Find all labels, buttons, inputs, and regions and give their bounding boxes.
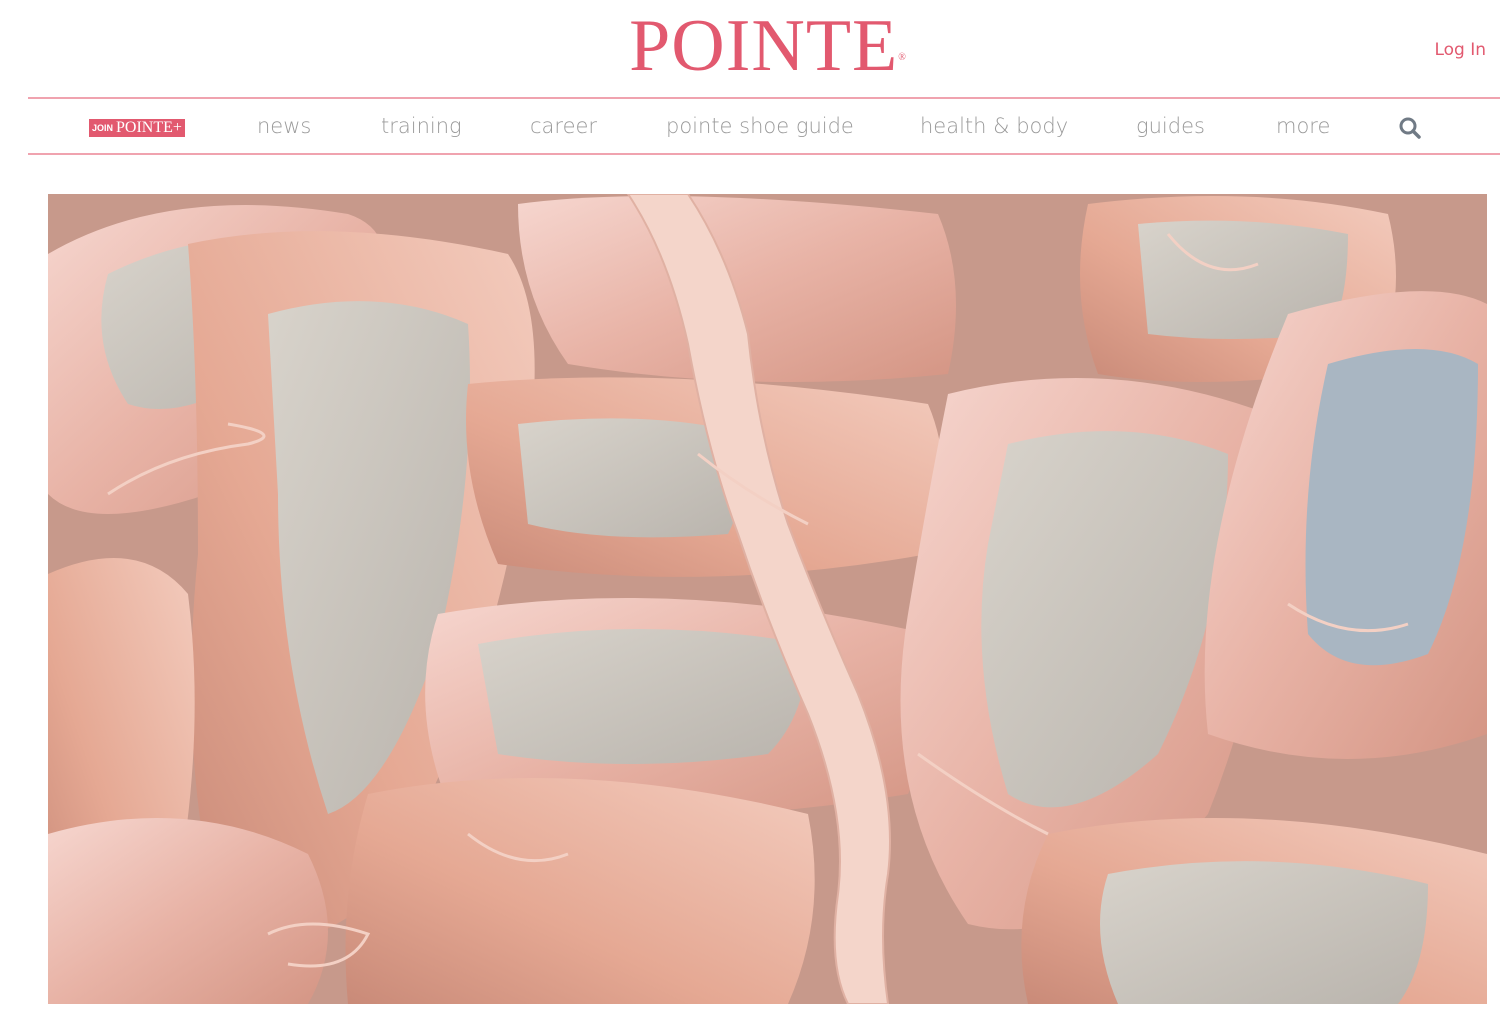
nav-item-news[interactable]: news — [257, 112, 311, 140]
nav-item-pointe-shoe-guide[interactable]: pointe shoe guide — [666, 112, 854, 140]
registered-mark: ® — [898, 52, 907, 63]
join-pointe-plus-button[interactable]: JOIN POINTE+ — [89, 119, 185, 137]
nav-item-more[interactable]: more — [1276, 112, 1330, 140]
hero-image — [48, 194, 1487, 1004]
logo-text: POINTE — [629, 5, 899, 87]
pointe-plus-label: POINTE+ — [116, 119, 182, 136]
pointe-shoes-photo — [48, 194, 1487, 1004]
nav-item-career[interactable]: career — [530, 112, 597, 140]
search-icon[interactable] — [1398, 116, 1422, 140]
main-nav: JOIN POINTE+ news training career pointe… — [28, 97, 1500, 155]
nav-item-training[interactable]: training — [381, 112, 462, 140]
nav-item-guides[interactable]: guides — [1136, 112, 1205, 140]
site-logo[interactable]: POINTE® — [18, 4, 1500, 88]
login-link[interactable]: Log In — [1434, 40, 1486, 60]
join-label: JOIN — [92, 123, 114, 133]
nav-item-health-body[interactable]: health & body — [920, 112, 1068, 140]
